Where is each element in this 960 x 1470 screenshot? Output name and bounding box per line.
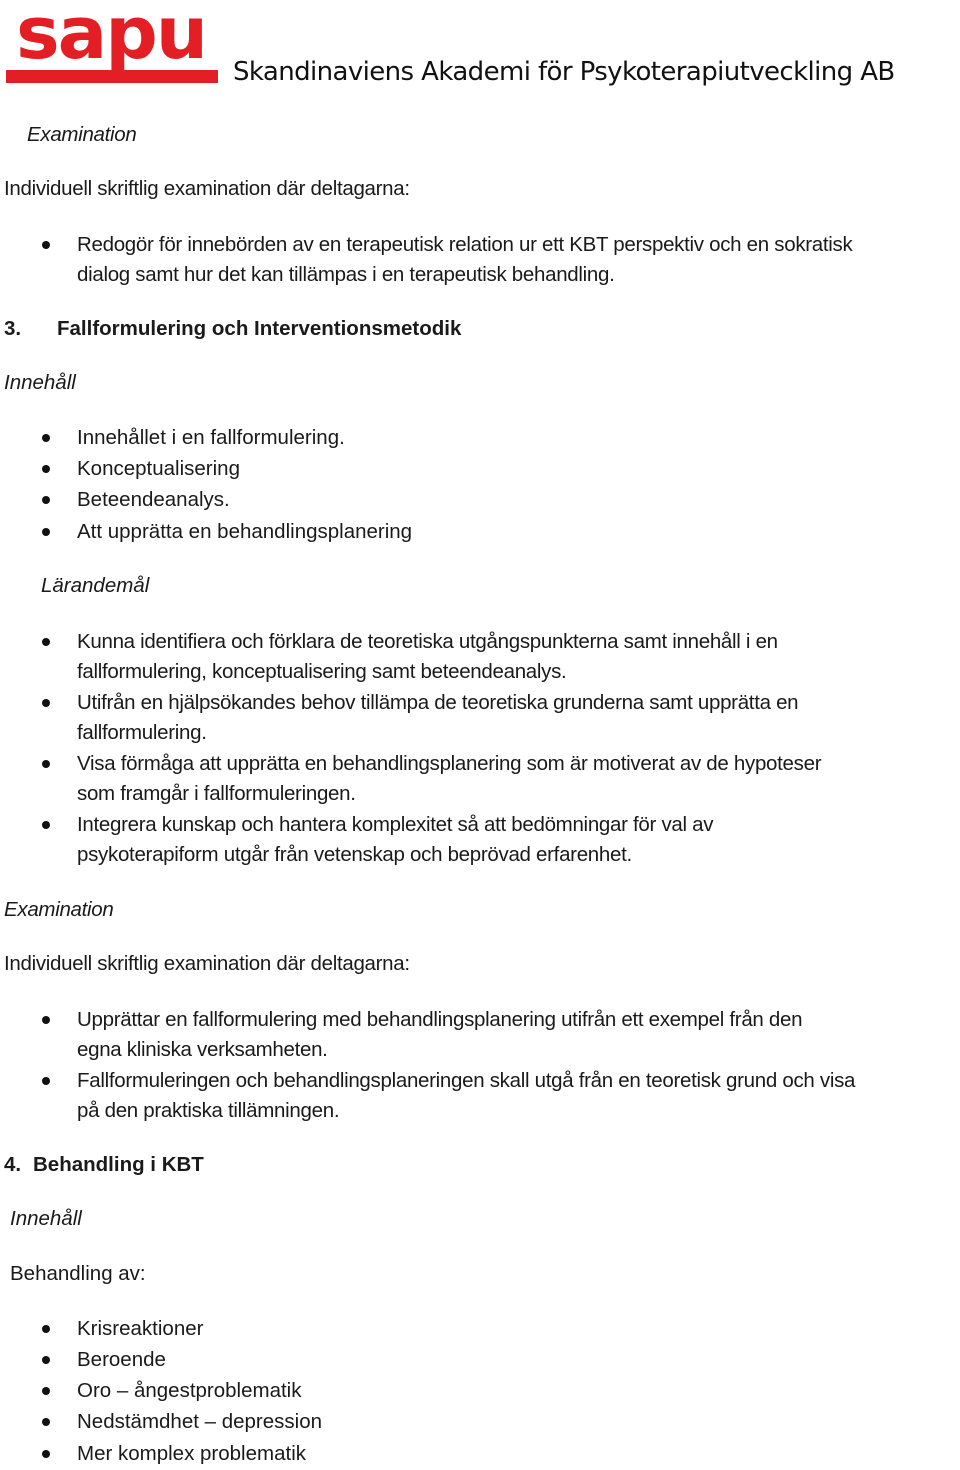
logo-underline	[6, 70, 218, 83]
bullet-icon	[42, 821, 50, 829]
bullet-icon	[42, 1016, 50, 1024]
goal-line2: fallformulering.	[77, 721, 207, 744]
exam-item-line1: Redogör för innebörden av en terapeutisk…	[77, 233, 853, 256]
exam-item-line2: egna kliniska verksamheten.	[77, 1038, 328, 1061]
exam-intro: Individuell skriftlig examination där de…	[4, 177, 410, 200]
logo-text: sapu	[16, 0, 206, 75]
section4-content-heading: Innehåll	[10, 1207, 82, 1230]
bullet-icon	[42, 496, 50, 504]
treatment-item: Oro – ångestproblematik	[77, 1379, 302, 1402]
treatment-item: Beroende	[77, 1348, 166, 1371]
section3-exam-intro: Individuell skriftlig examination där de…	[4, 952, 410, 975]
bullet-icon	[42, 1077, 50, 1085]
section4-intro: Behandling av:	[10, 1262, 146, 1285]
sapu-logo: sapu	[6, 0, 218, 86]
section3-content-heading: Innehåll	[4, 371, 76, 394]
exam-heading: Examination	[27, 123, 137, 146]
section3-number: 3.	[4, 317, 22, 340]
content-item: Att upprätta en behandlingsplanering	[77, 520, 413, 543]
goal-line2: psykoterapiform utgår från vetenskap och…	[77, 843, 632, 866]
treatment-item: Krisreaktioner	[77, 1317, 204, 1340]
goal-line2: fallformulering, konceptualisering samt …	[77, 660, 567, 683]
section3-exam-heading: Examination	[4, 898, 114, 921]
content-item: Konceptualisering	[77, 457, 240, 480]
bullet-icon	[42, 1356, 50, 1364]
content-item: Innehållet i en fallformulering.	[77, 426, 345, 449]
bullet-icon	[42, 1418, 50, 1426]
bullet-icon	[42, 1325, 50, 1333]
section4-title: Behandling i KBT	[33, 1153, 204, 1176]
goal-line2: som framgår i fallformuleringen.	[77, 782, 356, 805]
exam-item-line2: på den praktiska tillämningen.	[77, 1099, 340, 1122]
bullet-icon	[42, 638, 50, 646]
exam-item-line1: Fallformuleringen och behandlingsplaneri…	[77, 1069, 856, 1092]
treatment-item: Mer komplex problematik	[77, 1442, 306, 1465]
bullet-icon	[42, 465, 50, 473]
goal-line1: Utifrån en hjälpsökandes behov tillämpa …	[77, 691, 799, 714]
section3-title: Fallformulering och Interventionsmetodik	[57, 317, 462, 340]
goal-line1: Integrera kunskap och hantera komplexite…	[77, 813, 714, 836]
exam-item-line1: Upprättar en fallformulering med behandl…	[77, 1008, 803, 1031]
organization-name: Skandinaviens Akademi för Psykoterapiutv…	[233, 57, 895, 87]
goal-line1: Kunna identifiera och förklara de teoret…	[77, 630, 778, 653]
bullet-icon	[42, 528, 50, 536]
bullet-icon	[42, 1450, 50, 1458]
goal-line1: Visa förmåga att upprätta en behandlings…	[77, 752, 822, 775]
bullet-icon	[42, 241, 50, 249]
bullet-icon	[42, 434, 50, 442]
sapu-logo-graphic: sapu	[6, 0, 218, 83]
bullet-icon	[42, 760, 50, 768]
exam-item-line2: dialog samt hur det kan tillämpas i en t…	[77, 263, 615, 286]
treatment-item: Nedstämdhet – depression	[77, 1410, 323, 1433]
section4-number: 4.	[4, 1153, 22, 1176]
learning-goals-heading: Lärandemål	[41, 574, 150, 597]
bullet-icon	[42, 1387, 50, 1395]
content-item: Beteendeanalys.	[77, 488, 230, 511]
bullet-icon	[42, 699, 50, 707]
